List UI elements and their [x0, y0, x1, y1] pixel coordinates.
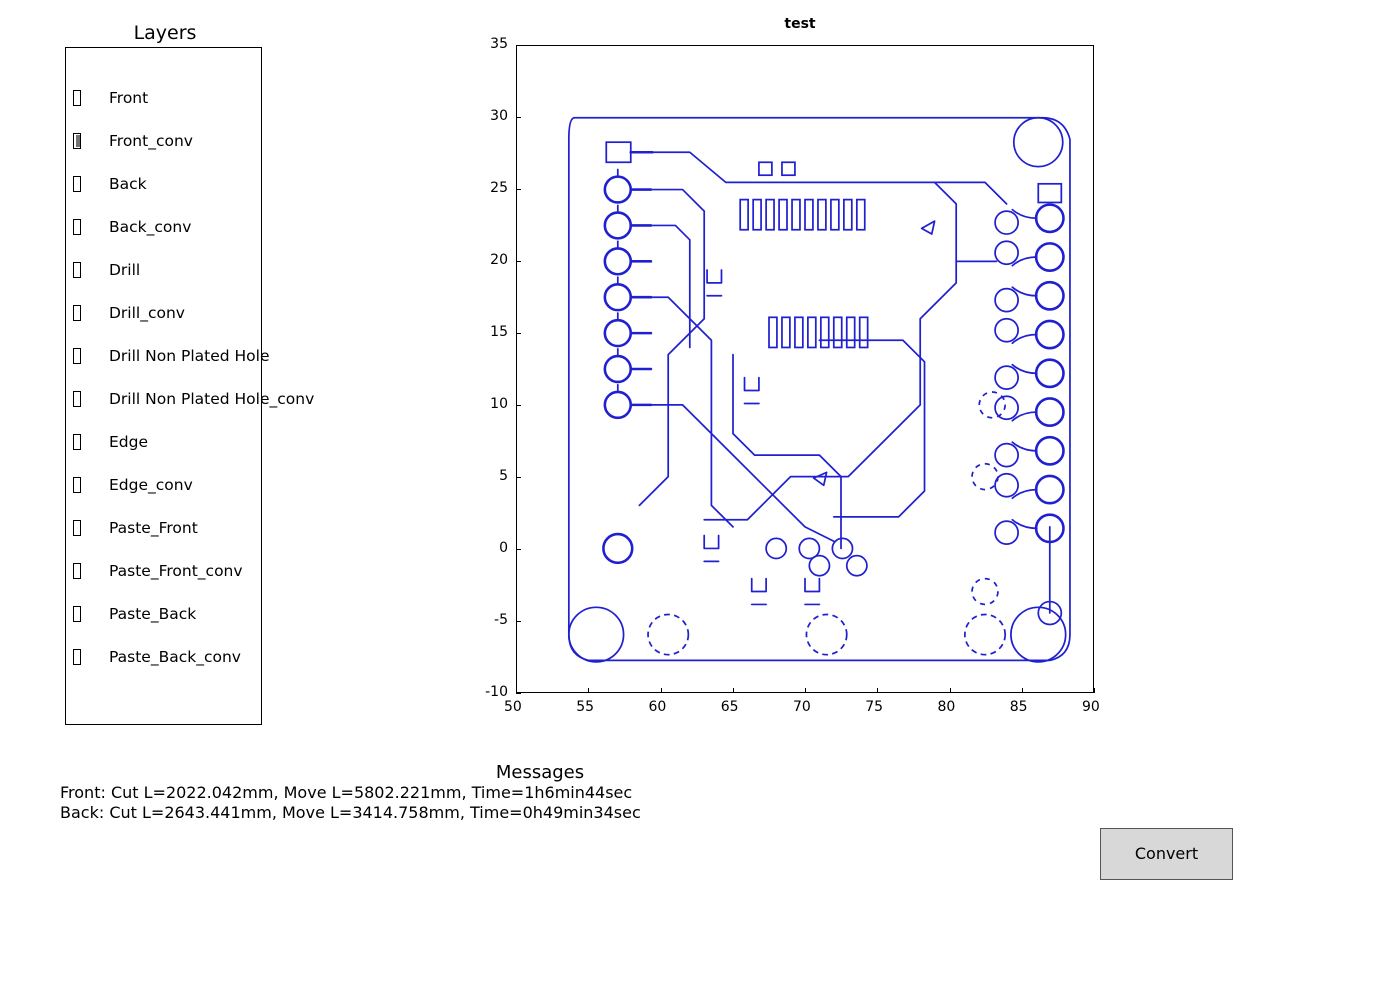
y-tick-label: 25 [466, 180, 508, 196]
layer-checkbox[interactable] [73, 176, 81, 192]
layers-title: Layers [65, 22, 265, 44]
layer-label: Paste_Back [109, 605, 196, 623]
layer-checkbox[interactable] [73, 90, 81, 106]
pcb-artwork [517, 46, 1093, 692]
layer-row[interactable]: Back_conv [66, 205, 261, 248]
layer-label: Paste_Front [109, 519, 198, 537]
layer-row[interactable]: Front [66, 76, 261, 119]
layer-row[interactable]: Drill Non Plated Hole [66, 334, 261, 377]
layer-row[interactable]: Paste_Front [66, 506, 261, 549]
x-tick-label: 80 [938, 699, 956, 715]
layer-checkbox[interactable] [73, 477, 81, 493]
x-tick-label: 60 [649, 699, 667, 715]
layer-row[interactable]: Edge_conv [66, 463, 261, 506]
layer-label: Paste_Back_conv [109, 648, 241, 666]
layer-checkbox[interactable] [73, 520, 81, 536]
messages-body: Front: Cut L=2022.042mm, Move L=5802.221… [60, 783, 641, 823]
y-tick-label: 10 [466, 396, 508, 412]
layer-row[interactable]: Front_conv [66, 119, 261, 162]
layer-checkbox[interactable] [73, 348, 81, 364]
layer-checkbox[interactable] [73, 606, 81, 622]
convert-button[interactable]: Convert [1100, 828, 1233, 880]
layer-label: Drill [109, 261, 140, 279]
layer-label: Back [109, 175, 147, 193]
layer-row[interactable]: Paste_Back [66, 592, 261, 635]
layer-label: Edge_conv [109, 476, 193, 494]
x-tick-label: 50 [504, 699, 522, 715]
layer-row[interactable]: Drill Non Plated Hole_conv [66, 377, 261, 420]
layers-list: Front Front_conv Back Back_conv Drill Drill_c… [65, 47, 262, 725]
y-tick-label: 15 [466, 324, 508, 340]
x-tick-label: 65 [721, 699, 739, 715]
y-tick-label: 30 [466, 108, 508, 124]
y-tick-label: 20 [466, 252, 508, 268]
layer-checkbox[interactable] [73, 391, 81, 407]
layer-row[interactable]: Paste_Back_conv [66, 635, 261, 678]
plot-title: test [460, 16, 1140, 32]
layer-row[interactable]: Edge [66, 420, 261, 463]
y-tick-label: 0 [466, 540, 508, 556]
layer-label: Edge [109, 433, 148, 451]
x-tick-label: 70 [793, 699, 811, 715]
layer-label: Front_conv [109, 132, 193, 150]
layer-label: Back_conv [109, 218, 191, 236]
x-tick-label: 85 [1010, 699, 1028, 715]
layer-checkbox[interactable] [73, 563, 81, 579]
layer-row[interactable]: Back [66, 162, 261, 205]
layer-label: Front [109, 89, 148, 107]
layer-label: Drill_conv [109, 304, 185, 322]
layer-checkbox[interactable] [73, 219, 81, 235]
layer-label: Drill Non Plated Hole [109, 347, 270, 365]
layer-row[interactable]: Drill [66, 248, 261, 291]
y-tick-label: -10 [466, 684, 508, 700]
x-tick-label: 90 [1082, 699, 1100, 715]
layer-checkbox[interactable] [73, 434, 81, 450]
layer-checkbox[interactable] [73, 262, 81, 278]
y-tick-label: 5 [466, 468, 508, 484]
layer-row[interactable]: Drill_conv [66, 291, 261, 334]
layer-row[interactable]: Paste_Front_conv [66, 549, 261, 592]
x-tick-label: 75 [865, 699, 883, 715]
x-tick-label: 55 [576, 699, 594, 715]
plot-area[interactable] [516, 45, 1094, 693]
plot[interactable]: -10 -5 0 5 10 15 20 25 30 35 50 55 60 65 70 75 80 85 90 [460, 33, 1140, 733]
y-tick-label: 35 [466, 36, 508, 52]
layer-label: Drill Non Plated Hole_conv [109, 390, 314, 408]
y-tick-label: -5 [466, 612, 508, 628]
layer-checkbox[interactable] [73, 133, 81, 149]
layer-label: Paste_Front_conv [109, 562, 243, 580]
layer-checkbox[interactable] [73, 649, 81, 665]
layer-checkbox[interactable] [73, 305, 81, 321]
messages-title: Messages [60, 762, 1020, 783]
